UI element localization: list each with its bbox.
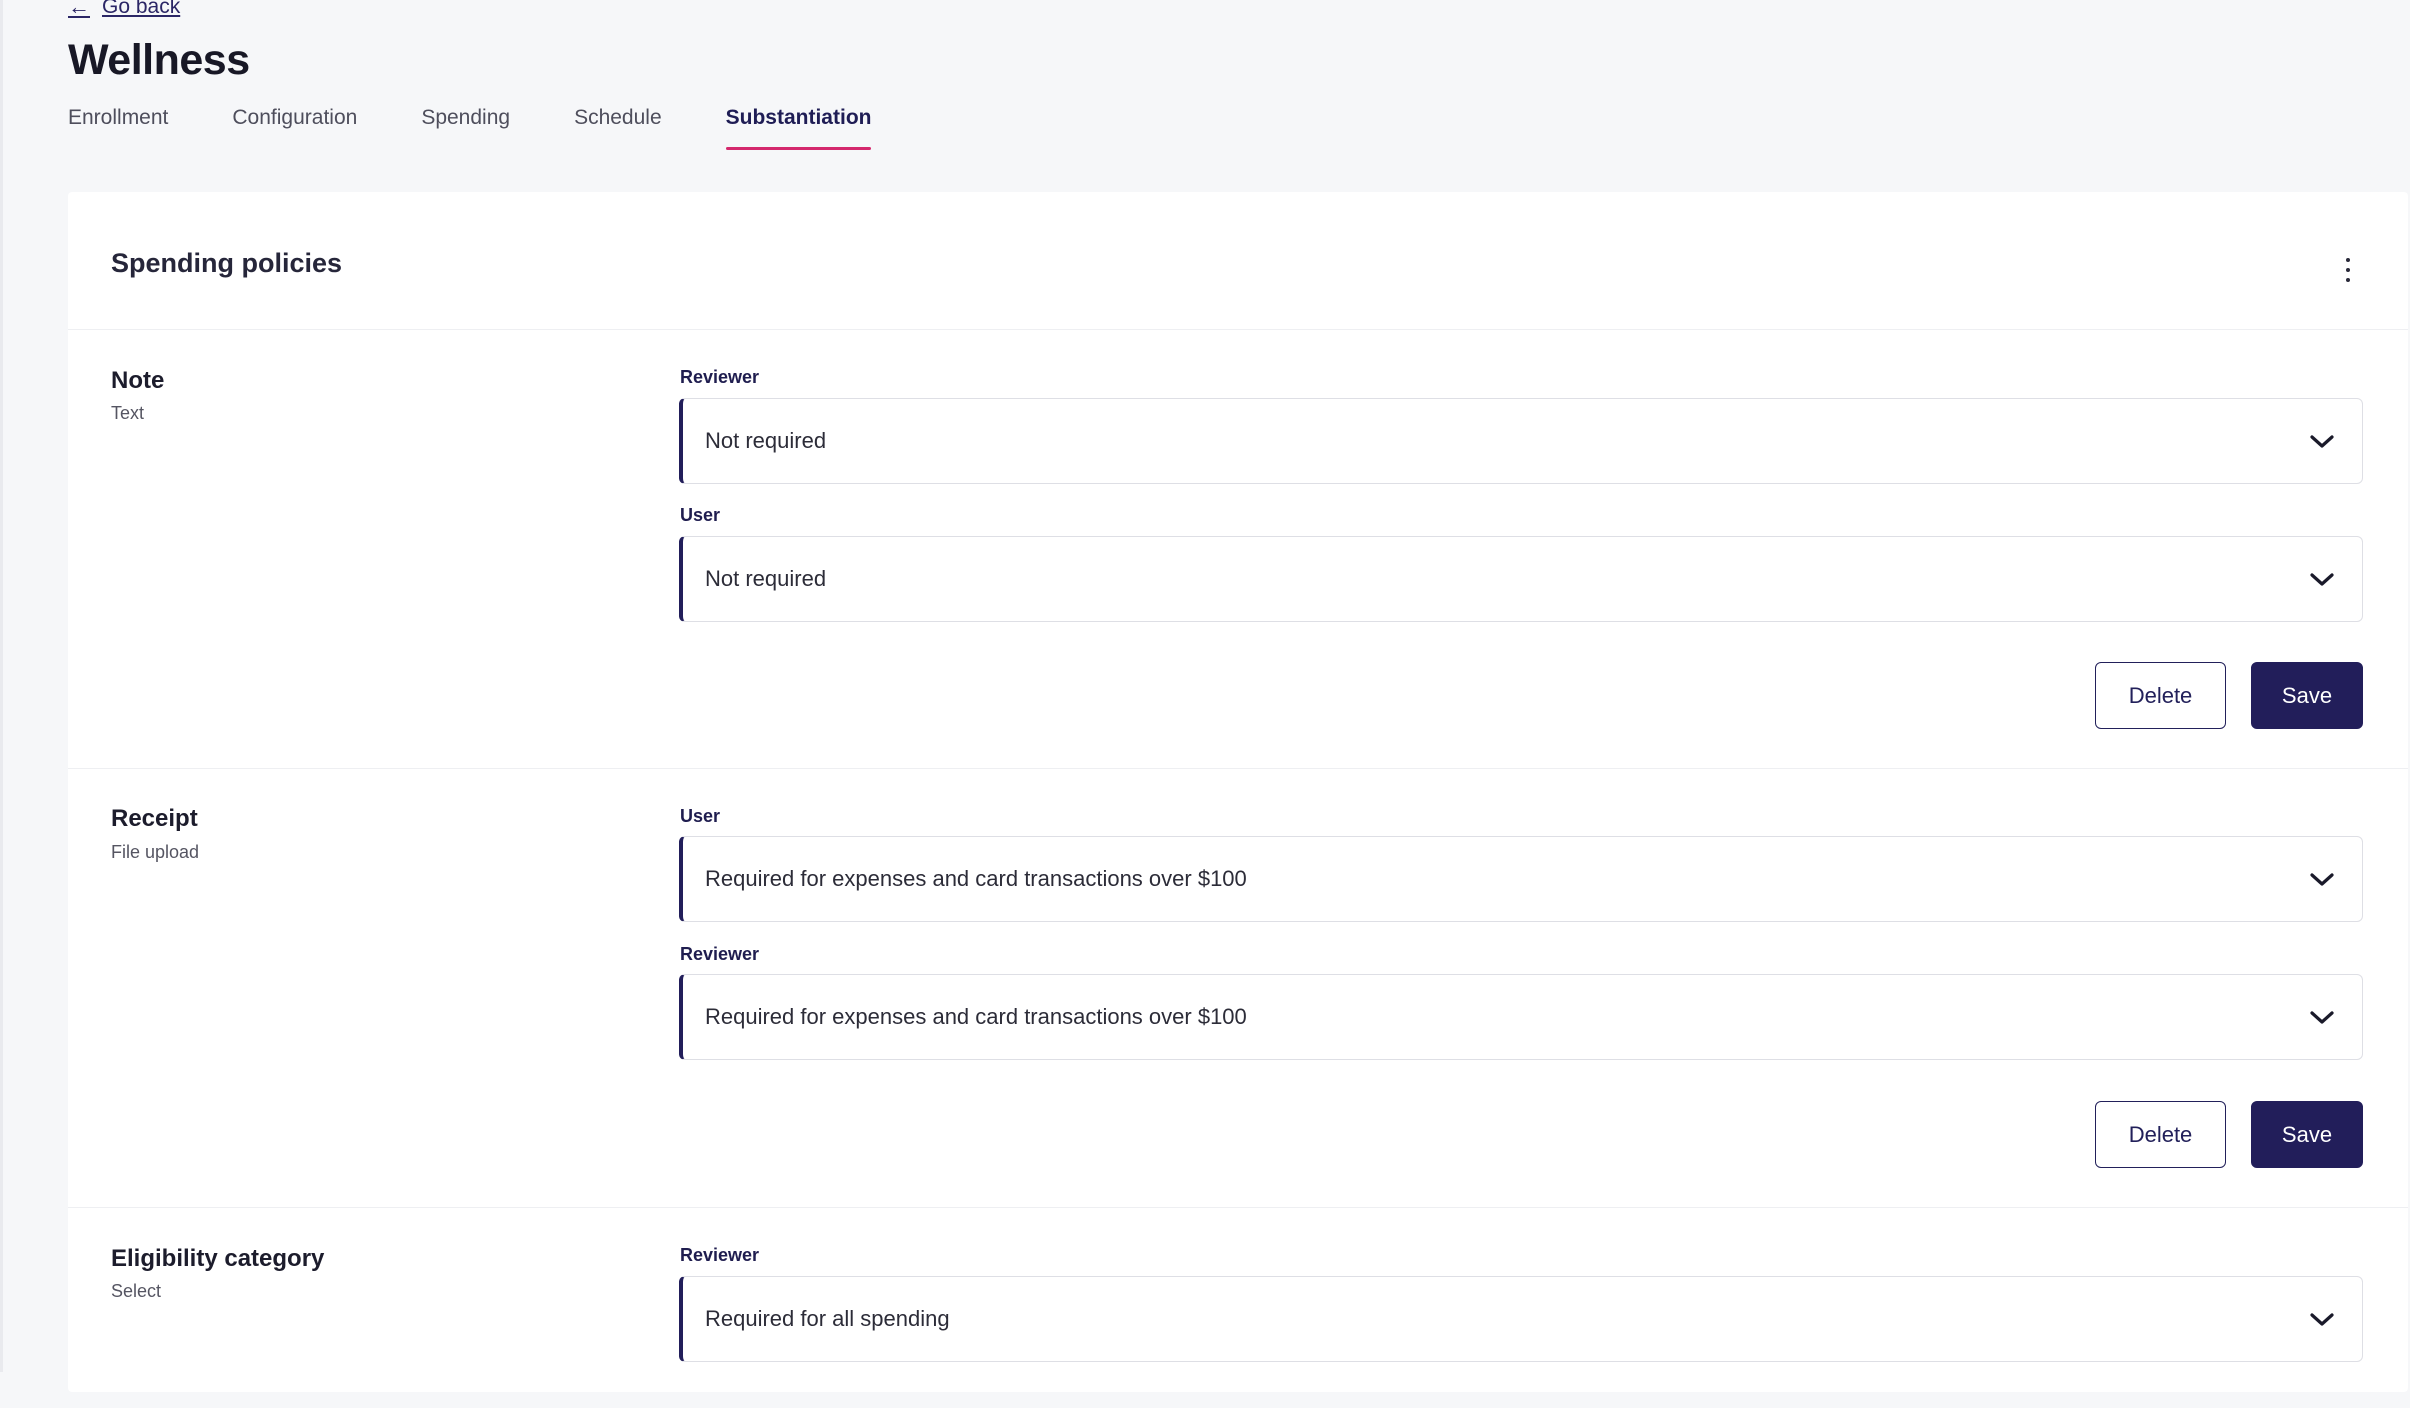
- section-name: Note: [111, 367, 165, 394]
- more-vertical-icon[interactable]: [2345, 258, 2351, 282]
- select-value: Not required: [705, 428, 827, 453]
- section-name: Eligibility category: [111, 1245, 325, 1272]
- field-label-reviewer: Reviewer: [680, 944, 760, 964]
- chevron-down-icon: [2310, 1313, 2334, 1326]
- reviewer-select[interactable]: Not required: [679, 398, 2363, 484]
- spending-policies-card: Spending policies Note Text Reviewer Not…: [68, 192, 2408, 1392]
- user-select[interactable]: Not required: [679, 536, 2363, 622]
- chevron-down-icon: [2310, 873, 2334, 886]
- reviewer-select[interactable]: Required for all spending: [679, 1276, 2363, 1362]
- field-label-user: User: [680, 806, 721, 826]
- tab-spending[interactable]: Spending: [421, 106, 510, 150]
- save-button[interactable]: Save: [2251, 1101, 2363, 1168]
- select-value: Required for expenses and card transacti…: [705, 866, 1247, 891]
- tab-configuration[interactable]: Configuration: [232, 106, 357, 150]
- policy-section-eligibility-category: Eligibility category Select Reviewer Req…: [68, 1208, 2408, 1408]
- field-label-user: User: [680, 505, 721, 525]
- card-title: Spending policies: [111, 248, 343, 278]
- user-select[interactable]: Required for expenses and card transacti…: [679, 836, 2363, 922]
- page-title: Wellness: [68, 36, 250, 84]
- field-label-reviewer: Reviewer: [680, 367, 760, 387]
- chevron-down-icon: [2310, 573, 2334, 586]
- policy-section-note: Note Text Reviewer Not required User Not…: [68, 330, 2408, 769]
- chevron-down-icon: [2310, 1011, 2334, 1024]
- section-name: Receipt: [111, 805, 198, 832]
- section-type: Select: [111, 1281, 162, 1301]
- tab-substantiation[interactable]: Substantiation: [725, 106, 871, 150]
- section-type: Text: [111, 403, 145, 423]
- tab-schedule[interactable]: Schedule: [574, 106, 662, 150]
- tab-bar: Enrollment Configuration Spending Schedu…: [68, 106, 935, 150]
- card-header: Spending policies: [68, 192, 2408, 330]
- go-back-label: Go back: [102, 0, 181, 18]
- select-value: Required for all spending: [705, 1306, 950, 1331]
- chevron-down-icon: [2310, 435, 2334, 448]
- delete-button[interactable]: Delete: [2095, 662, 2226, 729]
- arrow-left-icon: ←: [68, 0, 90, 19]
- delete-button[interactable]: Delete: [2095, 1101, 2226, 1168]
- section-type: File upload: [111, 842, 200, 862]
- save-button[interactable]: Save: [2251, 662, 2363, 729]
- select-value: Not required: [705, 566, 827, 591]
- go-back-link[interactable]: ← Go back: [68, 0, 180, 20]
- page-left-border: [0, 0, 3, 1372]
- reviewer-select[interactable]: Required for expenses and card transacti…: [679, 974, 2363, 1060]
- field-label-reviewer: Reviewer: [680, 1245, 760, 1265]
- select-value: Required for expenses and card transacti…: [705, 1004, 1247, 1029]
- policy-section-receipt: Receipt File upload User Required for ex…: [68, 769, 2408, 1208]
- tab-enrollment[interactable]: Enrollment: [68, 106, 168, 150]
